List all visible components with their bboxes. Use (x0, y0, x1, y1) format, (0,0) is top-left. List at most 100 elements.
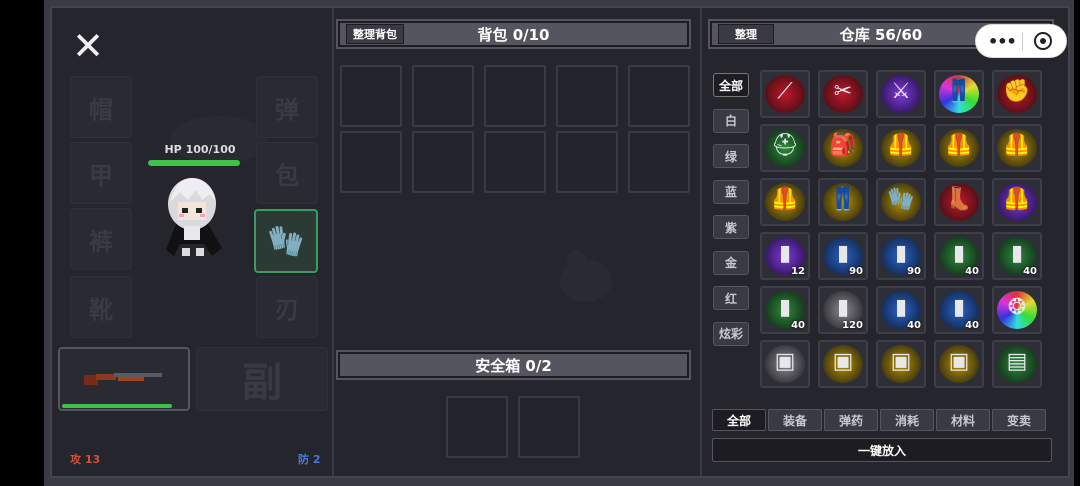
green-helmet-icon: ⛑ (771, 133, 799, 158)
warehouse-item[interactable]: ✂ (818, 70, 868, 118)
warehouse-item[interactable]: ▣ (760, 340, 810, 388)
more-menu-icon[interactable]: ••• (988, 32, 1017, 51)
warehouse-item[interactable]: ▮ 90 (876, 232, 926, 280)
warehouse-item[interactable]: ▣ (876, 340, 926, 388)
warehouse-item[interactable]: 🦺 (934, 124, 984, 172)
rarity-filter[interactable]: 白 (713, 108, 749, 133)
purple-sword-icon: ⚔ (891, 79, 911, 104)
warehouse-item[interactable]: ▮ 40 (876, 286, 926, 334)
rarity-filter[interactable]: 蓝 (713, 179, 749, 204)
warehouse-item[interactable]: 🦺 (760, 178, 810, 226)
warehouse-item[interactable]: ▤ (992, 340, 1042, 388)
category-tab[interactable]: 消耗 (880, 409, 934, 431)
sort-warehouse-button[interactable]: 整理 (718, 24, 774, 44)
safe-box-slot[interactable] (446, 396, 508, 458)
hat-slot[interactable]: 帽 (70, 76, 132, 138)
warehouse-item[interactable]: ▣ (934, 340, 984, 388)
warehouse-item[interactable]: ▮ 12 (760, 232, 810, 280)
backpack-slot[interactable] (340, 131, 402, 193)
safe-box-title: 安全箱 0/2 (340, 354, 687, 376)
ammo-slot[interactable]: 弹 (256, 76, 318, 138)
sort-backpack-button[interactable]: 整理背包 (346, 24, 404, 44)
category-tab[interactable]: 全部 (712, 409, 766, 431)
green-radio-icon: ▤ (1006, 349, 1028, 374)
warehouse-item[interactable]: ✊ (992, 70, 1042, 118)
record-icon[interactable] (1034, 32, 1052, 50)
backpack-slot[interactable] (628, 65, 690, 127)
red-spear-icon: ⟋ (777, 79, 793, 104)
purple-armor-icon: 🦺 (1003, 187, 1031, 212)
hp-bar-fill (148, 160, 240, 166)
put-all-button[interactable]: 一键放入 (712, 438, 1052, 462)
backpack-slot[interactable] (484, 65, 546, 127)
warehouse-item[interactable]: ❂ (992, 286, 1042, 334)
armor-slot[interactable]: 甲 (70, 142, 132, 204)
category-tab[interactable]: 材料 (936, 409, 990, 431)
category-tab[interactable]: 弹药 (824, 409, 878, 431)
warehouse-item[interactable]: ⟋ (760, 70, 810, 118)
backpack-header: 背包 0/10 整理背包 (336, 19, 691, 49)
primary-weapon-slot[interactable] (58, 347, 190, 411)
warehouse-item[interactable]: 👖 (934, 70, 984, 118)
item-count: 40 (791, 320, 805, 331)
warehouse-item[interactable]: ▮ 120 (818, 286, 868, 334)
category-tab[interactable]: 装备 (768, 409, 822, 431)
bag-slot[interactable]: 包 (256, 142, 318, 204)
backpack-slot[interactable] (412, 65, 474, 127)
red-scissors-icon: ✂ (833, 79, 853, 104)
warehouse-item[interactable]: ⚔ (876, 70, 926, 118)
red-boots-icon: 👢 (945, 187, 973, 212)
blade-slot[interactable]: 刃 (256, 276, 318, 338)
rarity-filter[interactable]: 炫彩 (713, 321, 749, 346)
warehouse-item[interactable]: ▮ 90 (818, 232, 868, 280)
warehouse-item[interactable]: 🎒 (818, 124, 868, 172)
backpack-slot[interactable] (484, 131, 546, 193)
warehouse-item[interactable]: 🧤 (876, 178, 926, 226)
red-gauntlet-icon: ✊ (1003, 79, 1031, 104)
weapon-durability-bar (62, 404, 172, 408)
backpack-slot[interactable] (628, 131, 690, 193)
safe-box-slot[interactable] (518, 396, 580, 458)
slot-label: 刃 (275, 295, 299, 324)
warehouse-item[interactable]: 👢 (934, 178, 984, 226)
rarity-filter[interactable]: 全部 (713, 73, 749, 97)
item-count: 40 (1023, 266, 1037, 277)
backpack-slot[interactable] (556, 65, 618, 127)
defense-stat: 防 2 (298, 453, 321, 466)
slot-label: 甲 (89, 161, 113, 190)
mini-program-capsule: ••• (975, 24, 1067, 58)
warehouse-item[interactable]: 🦺 (992, 178, 1042, 226)
warehouse-item[interactable]: ▣ (818, 340, 868, 388)
backpack-slot[interactable] (412, 131, 474, 193)
warehouse-item[interactable]: ▮ 40 (934, 286, 984, 334)
warehouse-item[interactable]: 🦺 (876, 124, 926, 172)
backpack-slot[interactable] (556, 131, 618, 193)
warehouse-item[interactable]: ▮ 40 (992, 232, 1042, 280)
rarity-filter[interactable]: 红 (713, 286, 749, 310)
item-count: 40 (965, 266, 979, 277)
item-count: 90 (849, 266, 863, 277)
warehouse-item[interactable]: 👖 (818, 178, 868, 226)
warehouse-item[interactable]: ▮ 40 (760, 286, 810, 334)
secondary-weapon-slot[interactable]: 副 (196, 347, 328, 411)
gloves-slot[interactable]: 🧤 (254, 209, 318, 273)
backpack-slot[interactable] (340, 65, 402, 127)
divider-right (700, 8, 702, 476)
warehouse-item[interactable]: ▮ 40 (934, 232, 984, 280)
rarity-filter[interactable]: 金 (713, 250, 749, 275)
rarity-filter[interactable]: 紫 (713, 215, 749, 239)
pants-slot[interactable]: 裤 (70, 208, 132, 270)
close-button[interactable]: ✕ (70, 27, 106, 65)
item-count: 12 (791, 266, 805, 277)
slot-label: 帽 (89, 95, 113, 124)
rarity-filter[interactable]: 绿 (713, 144, 749, 168)
boots-slot[interactable]: 靴 (70, 276, 132, 338)
slot-label: 副 (242, 360, 282, 406)
warehouse-item[interactable]: 🦺 (992, 124, 1042, 172)
slot-label: 包 (275, 161, 299, 190)
warehouse-item[interactable]: ⛑ (760, 124, 810, 172)
gold-backpack-icon: 🎒 (829, 133, 857, 158)
food-box-icon: ▣ (774, 349, 796, 374)
shotgun-icon (84, 373, 162, 385)
category-tab[interactable]: 变卖 (992, 409, 1046, 431)
